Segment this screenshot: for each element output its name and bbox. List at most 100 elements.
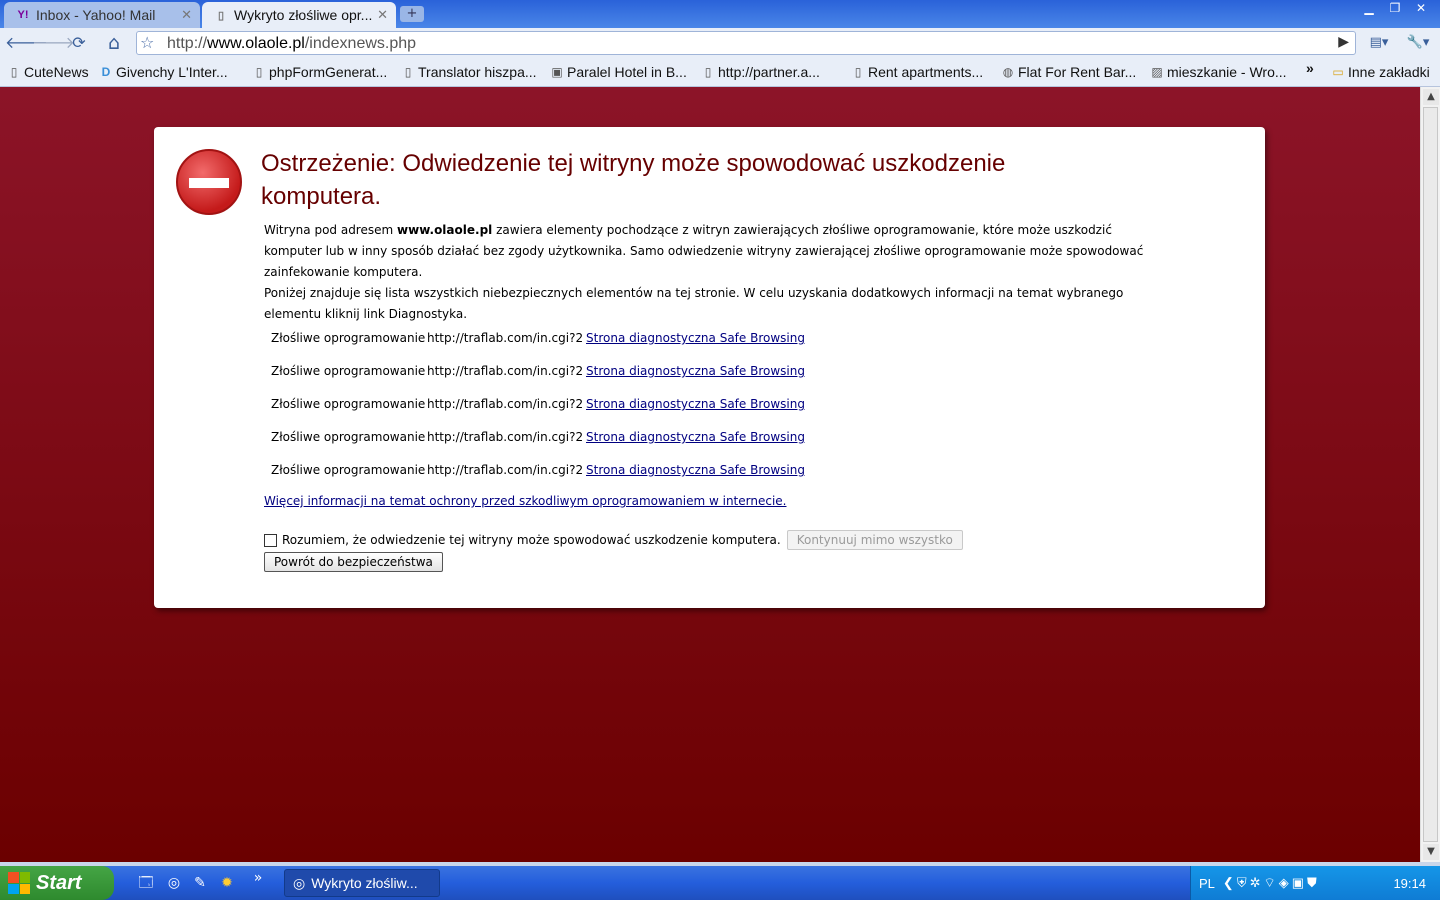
bookmarks-bar: ▯ CuteNews D Givenchy L'Inter... ▯ phpFormG…: [0, 59, 1440, 87]
acknowledge-checkbox[interactable]: [264, 533, 277, 547]
diagnostic-link[interactable]: Strona diagnostyczna Safe Browsing: [586, 430, 805, 463]
forward-button[interactable]: 🡒: [32, 32, 75, 54]
bookmark-label: Rent apartments...: [868, 64, 984, 80]
maximize-button[interactable]: ❐: [1382, 0, 1408, 17]
quicklaunch-overflow-icon[interactable]: »: [248, 868, 268, 888]
window-controls: ▁ ❐ ✕: [1356, 0, 1434, 17]
bookmark-item[interactable]: ▨ mieszkanie - Wro...: [1151, 64, 1286, 80]
threat-row: Złośliwe oprogramowanie http://traflab.co…: [271, 430, 805, 463]
bookmark-item[interactable]: ▯ phpFormGenerat...: [253, 64, 388, 80]
diagnostic-link[interactable]: Strona diagnostyczna Safe Browsing: [586, 331, 805, 364]
page-icon: ▯: [10, 65, 18, 79]
tab-title: Inbox - Yahoo! Mail: [36, 7, 156, 23]
language-indicator[interactable]: PL: [1199, 876, 1215, 891]
site-name: www.olaole.pl: [397, 223, 493, 237]
tab-strip: Y! Inbox - Yahoo! Mail ✕ ▯ Wykryto złośl…: [0, 0, 1440, 28]
bookmark-item[interactable]: ◍ Flat For Rent Bar...: [1002, 64, 1137, 80]
tray-gear-icon[interactable]: ✲: [1250, 875, 1261, 891]
threat-type: Złośliwe oprogramowanie: [271, 364, 426, 378]
warning-headline: Ostrzeżenie: Odwiedzenie tej witryny moż…: [261, 150, 1006, 210]
taskbar-window-button[interactable]: ◎ Wykryto złośliw...: [284, 869, 440, 897]
threat-type: Złośliwe oprogramowanie: [271, 463, 426, 477]
bookmark-label: Translator hiszpa...: [418, 64, 537, 80]
wrench-menu-button[interactable]: 🔧▾: [1402, 32, 1434, 54]
bookmark-item[interactable]: ▯ CuteNews: [8, 64, 89, 80]
url-text[interactable]: http://www.olaole.pl/indexnews.php: [167, 35, 416, 53]
bookmarks-overflow-chevron-icon[interactable]: »: [1306, 60, 1314, 76]
threat-url: http://traflab.com/in.cgi?2: [427, 397, 584, 411]
bookmark-item[interactable]: ▯ Translator hiszpa...: [402, 64, 537, 80]
warning-description: Witryna pod adresem www.olaole.pl zawier…: [264, 220, 1164, 325]
url-path: /indexnews.php: [304, 35, 417, 52]
page-icon: ▯: [704, 65, 712, 79]
scroll-up-arrow-icon[interactable]: ▲: [1423, 89, 1439, 105]
more-info-link[interactable]: Więcej informacji na temat ochrony przed…: [264, 494, 786, 508]
other-bookmarks-folder[interactable]: ▭ Inne zakładki: [1332, 64, 1430, 80]
bookmark-item[interactable]: ▯ Rent apartments...: [852, 64, 983, 80]
tab-malware-warning[interactable]: ▯ Wykryto złośliwe opr... ✕: [202, 2, 396, 28]
start-label: Start: [36, 871, 82, 894]
address-bar[interactable]: ☆ http://www.olaole.pl/indexnews.php ▶: [136, 31, 1356, 55]
back-to-safety-button[interactable]: Powrót do bezpieczeństwa: [264, 552, 443, 572]
threat-url: http://traflab.com/in.cgi?2: [427, 331, 584, 345]
minimize-button[interactable]: ▁: [1356, 0, 1382, 17]
folder-icon: ▭: [1332, 65, 1344, 79]
scrollbar-thumb[interactable]: [1423, 107, 1438, 842]
bookmark-item[interactable]: D Givenchy L'Inter...: [100, 64, 228, 80]
tray-app-icon[interactable]: ◈: [1279, 875, 1289, 891]
malware-warning-box: Ostrzeżenie: Odwiedzenie tej witryny moż…: [154, 127, 1265, 608]
continue-anyway-button[interactable]: Kontynuuj mimo wszystko: [786, 530, 963, 550]
bookmark-label: Flat For Rent Bar...: [1018, 64, 1137, 80]
windows-taskbar: Start 🗔 ◎ ✎ ✹ » ◎ Wykryto złośliw... PL …: [0, 866, 1440, 900]
close-tab-icon[interactable]: ✕: [181, 7, 192, 23]
go-arrow-icon[interactable]: ▶: [1338, 34, 1349, 50]
url-scheme: http://: [167, 35, 208, 52]
bookmark-item[interactable]: ▯ http://partner.a...: [702, 64, 820, 80]
close-tab-icon[interactable]: ✕: [377, 7, 388, 23]
threat-row: Złośliwe oprogramowanie http://traflab.co…: [271, 463, 805, 496]
tray-app-icon[interactable]: ▣: [1292, 875, 1304, 891]
quicklaunch-app-icon[interactable]: 🗔: [136, 873, 156, 893]
quicklaunch-sun-icon[interactable]: ✹: [217, 873, 237, 893]
threat-type: Złośliwe oprogramowanie: [271, 331, 426, 345]
home-button[interactable]: ⌂: [102, 32, 126, 54]
scroll-down-arrow-icon[interactable]: ▼: [1423, 844, 1439, 860]
stop-sign-icon: [176, 149, 242, 215]
close-window-button[interactable]: ✕: [1408, 0, 1434, 17]
vertical-scrollbar[interactable]: ▲ ▼: [1420, 87, 1440, 862]
quicklaunch-tool-icon[interactable]: ✎: [190, 873, 210, 893]
security-shield-icon[interactable]: ⛨: [1237, 875, 1247, 891]
bookmark-label: Inne zakładki: [1348, 64, 1430, 80]
tab-title: Wykryto złośliwe opr...: [234, 7, 373, 23]
tray-expand-icon[interactable]: ❮: [1223, 875, 1234, 891]
new-tab-button[interactable]: +: [400, 6, 424, 22]
page-icon: ▯: [255, 65, 263, 79]
clock[interactable]: 19:14: [1393, 876, 1426, 891]
diagnostic-link[interactable]: Strona diagnostyczna Safe Browsing: [586, 364, 805, 397]
chrome-icon[interactable]: ◎: [164, 873, 184, 893]
page-menu-button[interactable]: ▤▾: [1364, 32, 1394, 54]
tab-yahoo-mail[interactable]: Y! Inbox - Yahoo! Mail ✕: [4, 2, 200, 28]
warning-paragraph-1: Witryna pod adresem www.olaole.pl zawier…: [264, 220, 1164, 283]
url-host: www.olaole.pl: [207, 35, 305, 52]
start-button[interactable]: Start: [0, 866, 114, 900]
back-button[interactable]: 🡐: [5, 32, 48, 54]
site-favicon-icon: ◍: [1002, 65, 1014, 79]
wireless-icon[interactable]: ⌔: [1263, 875, 1275, 891]
diagnostic-link[interactable]: Strona diagnostyczna Safe Browsing: [586, 463, 805, 496]
site-favicon-icon: D: [101, 65, 111, 79]
bookmark-item[interactable]: ▣ Paralel Hotel in B...: [551, 64, 687, 80]
threat-type: Złośliwe oprogramowanie: [271, 430, 426, 444]
threat-url: http://traflab.com/in.cgi?2: [427, 364, 584, 378]
reload-button[interactable]: ⟳: [67, 32, 91, 54]
threat-url: http://traflab.com/in.cgi?2: [427, 463, 584, 477]
windows-logo-icon: [8, 872, 30, 894]
system-tray: PL ❮ ⛨ ✲ ⌔ ◈ ▣ ⛊ 19:14: [1190, 866, 1440, 900]
acknowledge-label: Rozumiem, że odwiedzenie tej witryny moż…: [282, 533, 781, 547]
antivirus-icon[interactable]: ⛊: [1307, 875, 1317, 891]
bookmark-label: Paralel Hotel in B...: [567, 64, 687, 80]
bookmark-label: phpFormGenerat...: [269, 64, 388, 80]
page-content: Ostrzeżenie: Odwiedzenie tej witryny moż…: [0, 87, 1420, 862]
diagnostic-link[interactable]: Strona diagnostyczna Safe Browsing: [586, 397, 805, 430]
bookmark-star-icon[interactable]: ☆: [140, 33, 154, 52]
